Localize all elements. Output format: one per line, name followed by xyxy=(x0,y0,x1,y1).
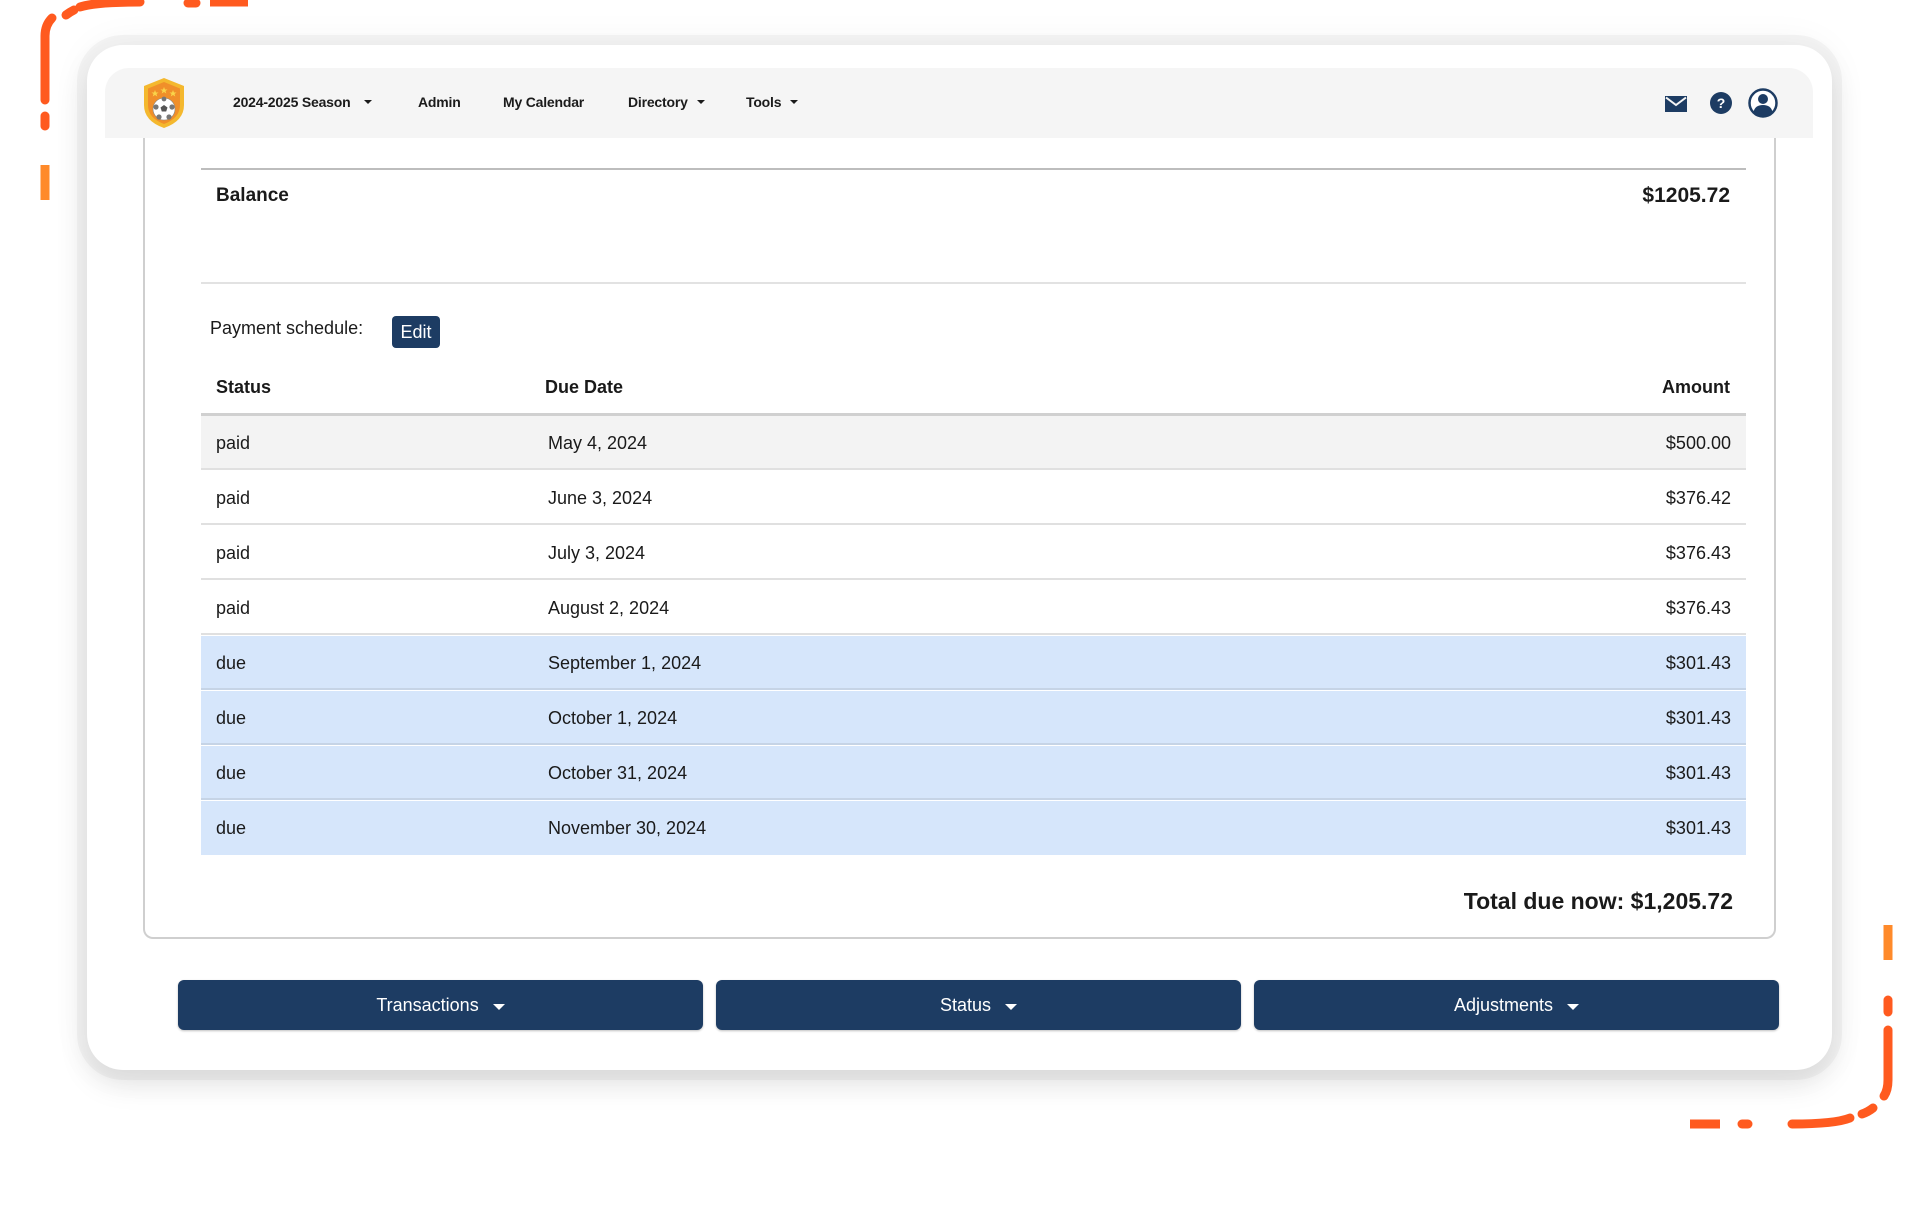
balance-label: Balance xyxy=(216,185,289,206)
amount-cell: $376.43 xyxy=(1665,598,1731,618)
table-row: paid August 2, 2024 $376.43 xyxy=(201,581,1746,635)
amount-cell: $301.43 xyxy=(1665,708,1731,728)
caret-down-icon xyxy=(1567,1003,1580,1010)
status-cell: paid xyxy=(216,433,251,453)
amount-cell: $301.43 xyxy=(1665,818,1731,838)
status-cell: paid xyxy=(216,488,251,508)
balance-value: $1205.72 xyxy=(1642,184,1730,207)
column-header-status: Status xyxy=(216,377,272,397)
status-button-label: Status xyxy=(939,994,992,1015)
nav-my-calendar[interactable]: My Calendar xyxy=(503,94,584,110)
amount-cell: $500.00 xyxy=(1665,433,1731,453)
table-row: paid May 4, 2024 $500.00 xyxy=(201,416,1746,470)
nav-tools-dropdown[interactable]: Tools xyxy=(746,94,799,110)
help-icon[interactable]: ? xyxy=(1710,92,1732,114)
column-header-due-date: Due Date xyxy=(545,377,624,397)
column-header-amount: Amount xyxy=(1662,377,1730,397)
status-cell: due xyxy=(216,763,247,783)
adjustments-dropdown-button[interactable]: Adjustments xyxy=(1254,980,1779,1030)
status-cell: due xyxy=(216,818,247,838)
table-row: due October 1, 2024 $301.43 xyxy=(201,691,1746,745)
mail-icon[interactable] xyxy=(1665,96,1687,112)
due-date-cell: October 1, 2024 xyxy=(548,708,678,728)
soccer-shield-logo[interactable] xyxy=(142,77,186,129)
user-account-icon[interactable] xyxy=(1748,88,1778,118)
due-date-cell: May 4, 2024 xyxy=(548,433,648,453)
status-cell: due xyxy=(216,653,247,673)
status-dropdown-button[interactable]: Status xyxy=(716,980,1241,1030)
nav-admin[interactable]: Admin xyxy=(418,94,461,110)
transactions-dropdown-button[interactable]: Transactions xyxy=(178,980,703,1030)
total-due-now: Total due now: $1,205.72 xyxy=(1463,888,1733,914)
table-row: paid July 3, 2024 $376.43 xyxy=(201,526,1746,580)
status-cell: paid xyxy=(216,598,251,618)
caret-down-icon xyxy=(1005,1003,1018,1010)
status-cell: due xyxy=(216,708,247,728)
amount-cell: $301.43 xyxy=(1665,763,1731,783)
status-cell: paid xyxy=(216,543,251,563)
chevron-down-icon xyxy=(364,100,373,104)
divider xyxy=(201,168,1746,170)
chevron-down-icon xyxy=(790,100,799,104)
table-row: paid June 3, 2024 $376.42 xyxy=(201,471,1746,525)
amount-cell: $376.43 xyxy=(1665,543,1731,563)
due-date-cell: September 1, 2024 xyxy=(548,653,702,673)
table-row: due November 30, 2024 $301.43 xyxy=(201,801,1746,855)
amount-cell: $376.42 xyxy=(1665,488,1731,508)
table-row: due September 1, 2024 $301.43 xyxy=(201,636,1746,690)
chevron-down-icon xyxy=(696,100,705,104)
nav-admin-label: Admin xyxy=(418,94,461,110)
nav-directory-dropdown[interactable]: Directory xyxy=(628,94,705,110)
amount-cell: $301.43 xyxy=(1665,653,1731,673)
due-date-cell: August 2, 2024 xyxy=(548,598,670,618)
table-row: due October 31, 2024 $301.43 xyxy=(201,746,1746,800)
due-date-cell: November 30, 2024 xyxy=(548,818,707,838)
due-date-cell: October 31, 2024 xyxy=(548,763,688,783)
due-date-cell: June 3, 2024 xyxy=(548,488,653,508)
due-date-cell: July 3, 2024 xyxy=(548,543,646,563)
transactions-button-label: Transactions xyxy=(376,994,479,1015)
caret-down-icon xyxy=(492,1003,505,1010)
divider xyxy=(201,282,1746,284)
nav-season-label: 2024-2025 Season xyxy=(233,94,351,110)
payment-schedule-label: Payment schedule: xyxy=(210,318,364,338)
adjustments-button-label: Adjustments xyxy=(1453,994,1554,1015)
nav-season-dropdown[interactable]: 2024-2025 Season xyxy=(233,94,373,110)
nav-directory-label: Directory xyxy=(628,94,688,110)
svg-text:?: ? xyxy=(1717,95,1726,111)
nav-my-calendar-label: My Calendar xyxy=(503,94,585,110)
edit-payment-schedule-button[interactable]: Edit xyxy=(392,316,440,348)
nav-tools-label: Tools xyxy=(746,94,782,110)
